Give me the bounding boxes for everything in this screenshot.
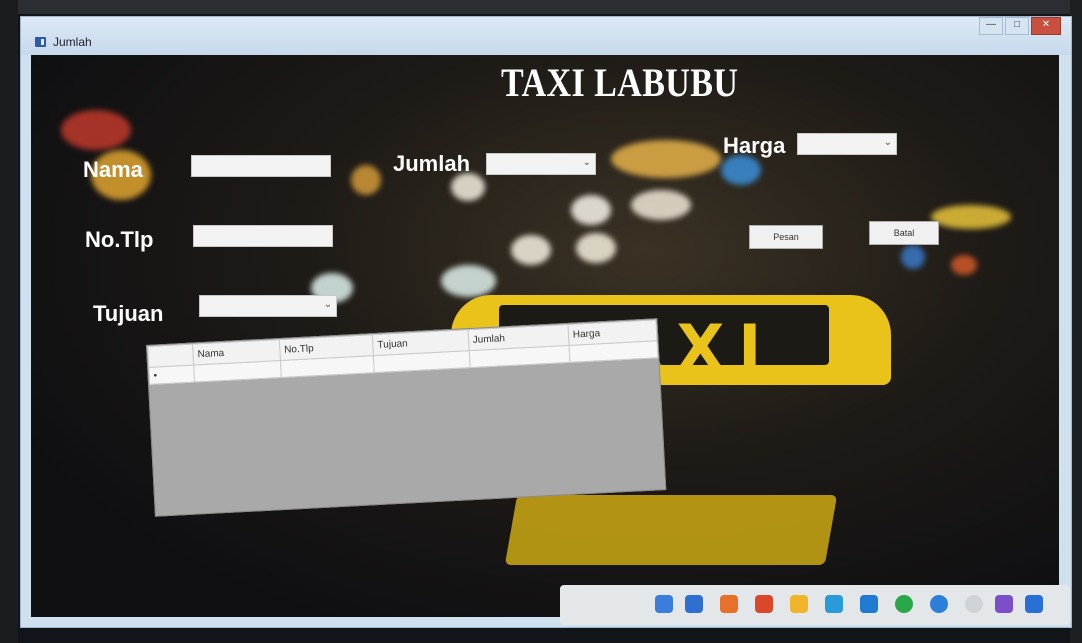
taskbar-app-icon[interactable]	[755, 595, 773, 613]
harga-label: Harga	[723, 133, 786, 158]
monitor-bezel-top	[0, 0, 1082, 14]
orders-datagrid[interactable]: Nama No.Tlp Tujuan Jumlah Harga •	[146, 318, 667, 517]
nama-label: Nama	[83, 157, 143, 182]
bokeh-light	[901, 245, 925, 269]
vscode-icon[interactable]	[860, 595, 878, 613]
tujuan-label: Tujuan	[93, 301, 164, 326]
bokeh-light	[611, 140, 721, 178]
os-taskbar	[560, 585, 1070, 625]
visual-studio-icon[interactable]	[995, 595, 1013, 613]
maximize-button[interactable]: □	[1005, 17, 1029, 35]
minimize-button[interactable]: —	[979, 17, 1003, 35]
nama-input[interactable]	[191, 155, 331, 177]
table-cell[interactable]	[373, 350, 470, 373]
jumlah-combobox[interactable]: ⌄	[486, 153, 596, 175]
folder-icon[interactable]	[790, 595, 808, 613]
row-header-corner	[147, 344, 194, 368]
app-window-icon	[35, 37, 46, 47]
dropdown-arrow-icon: ⌄	[883, 137, 892, 148]
bokeh-light	[631, 190, 691, 220]
row-marker-text: •	[153, 369, 158, 382]
taskbar-app-icon[interactable]	[685, 595, 703, 613]
harga-combobox[interactable]: ⌄	[797, 133, 897, 155]
form-client-area: TAXI TAXI LABUBU Nama Jumlah ⌄ Harga ⌄ N…	[31, 55, 1059, 617]
batal-button[interactable]: Batal	[869, 221, 939, 245]
taskbar-app-icon[interactable]	[655, 595, 673, 613]
table-cell[interactable]	[568, 340, 658, 363]
bokeh-light	[61, 110, 131, 150]
page-title: TAXI LABUBU	[501, 60, 739, 105]
bokeh-light	[441, 265, 496, 297]
pesan-button[interactable]: Pesan	[749, 225, 823, 249]
taskbar-app-icon[interactable]	[965, 595, 983, 613]
dropdown-arrow-icon: ⌄	[323, 299, 332, 310]
bokeh-light	[576, 233, 616, 263]
bokeh-light	[571, 195, 611, 225]
taskbar-app-icon[interactable]	[720, 595, 738, 613]
table-cell[interactable]	[193, 360, 282, 383]
title-bar[interactable]: Jumlah — □ ✕	[21, 17, 1071, 55]
bokeh-light	[931, 205, 1011, 229]
tujuan-combobox[interactable]: ⌄	[199, 295, 337, 317]
browser-icon[interactable]	[930, 595, 948, 613]
window-controls: — □ ✕	[979, 17, 1061, 35]
table-cell[interactable]	[280, 355, 375, 378]
bokeh-light	[951, 255, 977, 275]
close-button[interactable]: ✕	[1031, 17, 1061, 35]
dropdown-arrow-icon: ⌄	[582, 157, 591, 168]
app-window: Jumlah — □ ✕ TAXI TAXI LABUBU Nama Jumla…	[20, 16, 1072, 628]
notlp-label: No.Tlp	[85, 227, 154, 252]
bokeh-light	[351, 165, 381, 195]
new-row-marker: •	[148, 365, 195, 385]
taskbar-app-icon[interactable]	[825, 595, 843, 613]
bokeh-light	[451, 173, 485, 201]
bokeh-light	[721, 155, 761, 185]
datagrid-table: Nama No.Tlp Tujuan Jumlah Harga •	[147, 319, 658, 385]
taskbar-app-icon[interactable]	[1025, 595, 1043, 613]
bokeh-light	[511, 235, 551, 265]
chrome-icon[interactable]	[895, 595, 913, 613]
taxi-sign-reflection	[504, 495, 838, 565]
jumlah-label: Jumlah	[393, 151, 471, 176]
window-title: Jumlah	[53, 35, 92, 49]
monitor-bezel-left	[0, 0, 18, 643]
notlp-input[interactable]	[193, 225, 333, 247]
